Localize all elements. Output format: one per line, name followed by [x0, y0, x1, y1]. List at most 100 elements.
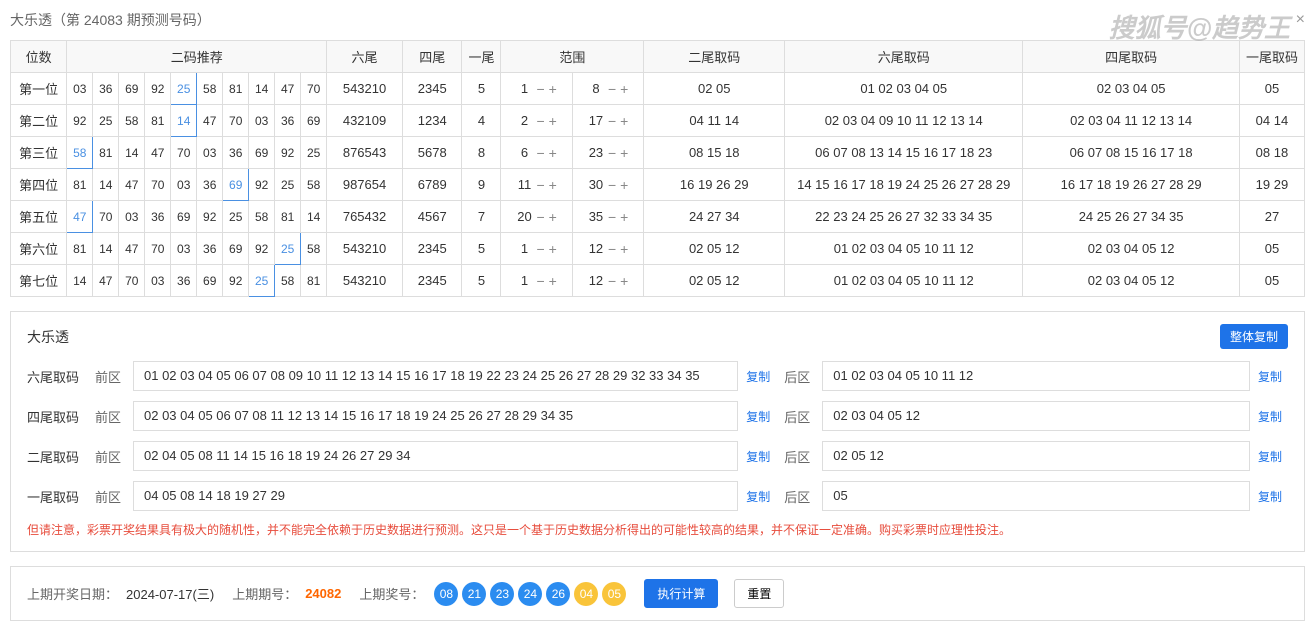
num-cell: 25 [275, 233, 301, 265]
siwei-cell: 5678 [402, 137, 462, 169]
copy-all-button[interactable]: 整体复制 [1220, 324, 1288, 349]
num-cell: 47 [145, 137, 171, 169]
minus-icon[interactable]: − [608, 145, 616, 161]
back-box[interactable]: 02 05 12 [822, 441, 1250, 471]
back-label: 后区 [784, 407, 814, 426]
plus-icon[interactable]: + [620, 273, 628, 289]
copy-button[interactable]: 复制 [1258, 408, 1288, 425]
num-cell: 92 [249, 233, 275, 265]
yiwei-cell: 9 [462, 169, 501, 201]
front-box[interactable]: 04 05 08 14 18 19 27 29 [133, 481, 738, 511]
pos-cell: 第六位 [11, 233, 67, 265]
copy-button[interactable]: 复制 [746, 408, 776, 425]
result-label: 一尾取码 [27, 487, 87, 506]
range-max-value: 35 [588, 209, 604, 224]
yiwei-qm-cell: 05 [1239, 73, 1304, 105]
minus-icon[interactable]: − [536, 273, 544, 289]
range-min-cell: 2−+ [501, 105, 572, 137]
num-cell: 03 [145, 265, 171, 297]
minus-icon[interactable]: − [536, 81, 544, 97]
plus-icon[interactable]: + [620, 81, 628, 97]
yiwei-cell: 8 [462, 137, 501, 169]
range-min-value: 1 [516, 273, 532, 288]
plus-icon[interactable]: + [549, 241, 557, 257]
minus-icon[interactable]: − [536, 209, 544, 225]
front-box[interactable]: 02 04 05 08 11 14 15 16 18 19 24 26 27 2… [133, 441, 738, 471]
liuwei-cell: 432109 [327, 105, 403, 137]
liuwei-qm-cell: 06 07 08 13 14 15 16 17 18 23 [785, 137, 1023, 169]
table-row: 第三位58811447700336699225876543567886−+23−… [11, 137, 1305, 169]
num-cell: 81 [275, 201, 301, 233]
minus-icon[interactable]: − [608, 177, 616, 193]
num-cell: 70 [171, 137, 197, 169]
num-cell: 69 [223, 169, 249, 201]
siwei-cell: 2345 [402, 233, 462, 265]
back-box[interactable]: 02 03 04 05 12 [822, 401, 1250, 431]
back-label: 后区 [784, 367, 814, 386]
copy-button[interactable]: 复制 [1258, 448, 1288, 465]
minus-icon[interactable]: − [536, 177, 544, 193]
yiwei-qm-cell: 19 29 [1239, 169, 1304, 201]
num-cell: 81 [67, 233, 93, 265]
minus-icon[interactable]: − [536, 113, 544, 129]
front-box[interactable]: 01 02 03 04 05 06 07 08 09 10 11 12 13 1… [133, 361, 738, 391]
plus-icon[interactable]: + [620, 209, 628, 225]
plus-icon[interactable]: + [620, 113, 628, 129]
copy-button[interactable]: 复制 [746, 488, 776, 505]
num-cell: 25 [249, 265, 275, 297]
back-box[interactable]: 01 02 03 04 05 10 11 12 [822, 361, 1250, 391]
plus-icon[interactable]: + [620, 145, 628, 161]
plus-icon[interactable]: + [620, 241, 628, 257]
num-cell: 36 [145, 201, 171, 233]
liuwei-cell: 987654 [327, 169, 403, 201]
back-label: 后区 [784, 447, 814, 466]
siwei-qm-cell: 02 03 04 05 12 [1023, 233, 1240, 265]
range-max-value: 12 [588, 241, 604, 256]
table-header-row: 位数 二码推荐 六尾 四尾 一尾 范围 二尾取码 六尾取码 四尾取码 一尾取码 [11, 41, 1305, 73]
liuwei-qm-cell: 01 02 03 04 05 [785, 73, 1023, 105]
num-cell: 14 [301, 201, 327, 233]
copy-button[interactable]: 复制 [746, 368, 776, 385]
plus-icon[interactable]: + [549, 81, 557, 97]
copy-button[interactable]: 复制 [1258, 488, 1288, 505]
minus-icon[interactable]: − [608, 273, 616, 289]
minus-icon[interactable]: − [608, 209, 616, 225]
range-max-cell: 35−+ [572, 201, 643, 233]
num-cell: 70 [223, 105, 249, 137]
plus-icon[interactable]: + [549, 209, 557, 225]
num-cell: 36 [197, 169, 223, 201]
plus-icon[interactable]: + [549, 113, 557, 129]
close-icon[interactable]: × [1296, 11, 1305, 29]
range-max-value: 12 [588, 273, 604, 288]
plus-icon[interactable]: + [620, 177, 628, 193]
plus-icon[interactable]: + [549, 145, 557, 161]
plus-icon[interactable]: + [549, 177, 557, 193]
num-cell: 69 [223, 233, 249, 265]
num-cell: 69 [249, 137, 275, 169]
range-max-cell: 12−+ [572, 233, 643, 265]
plus-icon[interactable]: + [549, 273, 557, 289]
siwei-cell: 1234 [402, 105, 462, 137]
minus-icon[interactable]: − [608, 113, 616, 129]
num-cell: 58 [301, 233, 327, 265]
siwei-qm-cell: 24 25 26 27 34 35 [1023, 201, 1240, 233]
back-box[interactable]: 05 [822, 481, 1250, 511]
minus-icon[interactable]: − [536, 145, 544, 161]
num-cell: 81 [223, 73, 249, 105]
range-max-value: 30 [588, 177, 604, 192]
minus-icon[interactable]: − [608, 241, 616, 257]
siwei-qm-cell: 02 03 04 05 [1023, 73, 1240, 105]
copy-button[interactable]: 复制 [1258, 368, 1288, 385]
erwei-qm-cell: 02 05 12 [644, 265, 785, 297]
num-cell: 92 [145, 73, 171, 105]
copy-button[interactable]: 复制 [746, 448, 776, 465]
minus-icon[interactable]: − [608, 81, 616, 97]
minus-icon[interactable]: − [536, 241, 544, 257]
liuwei-cell: 876543 [327, 137, 403, 169]
col-erwei-qm: 二尾取码 [644, 41, 785, 73]
front-box[interactable]: 02 03 04 05 06 07 08 11 12 13 14 15 16 1… [133, 401, 738, 431]
range-min-cell: 6−+ [501, 137, 572, 169]
result-label: 六尾取码 [27, 367, 87, 386]
yiwei-cell: 7 [462, 201, 501, 233]
prediction-table: 位数 二码推荐 六尾 四尾 一尾 范围 二尾取码 六尾取码 四尾取码 一尾取码 … [10, 40, 1305, 297]
